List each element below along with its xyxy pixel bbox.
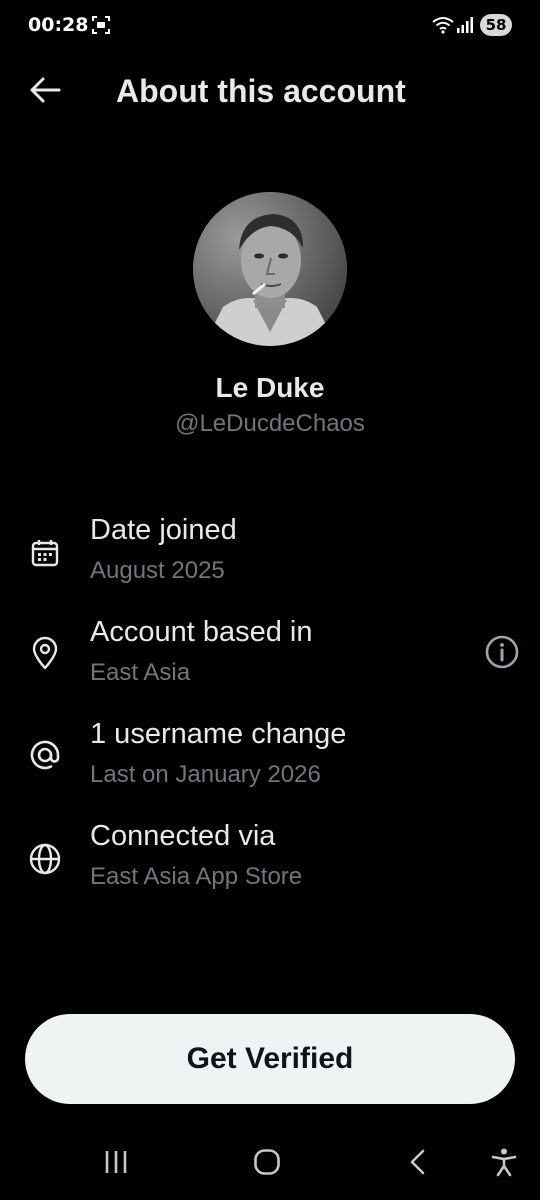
- info-title: Date joined: [90, 514, 237, 546]
- back-icon: [407, 1148, 429, 1181]
- info-subtitle: Last on January 2026: [90, 761, 321, 788]
- page-title: About this account: [116, 73, 406, 109]
- display-name: Le Duke: [215, 372, 325, 403]
- info-title: 1 username change: [90, 718, 347, 750]
- header: About this account: [0, 60, 540, 122]
- status-time: 00:28: [28, 14, 89, 36]
- home-icon: [253, 1148, 281, 1181]
- accessibility-icon: [490, 1147, 518, 1182]
- recent-apps-button[interactable]: [96, 1146, 136, 1182]
- info-username-change: 1 username change Last on January 2026: [0, 716, 540, 806]
- info-connected-via: Connected via East Asia App Store: [0, 818, 540, 908]
- wifi-icon: [432, 16, 454, 34]
- info-button[interactable]: [482, 634, 522, 674]
- avatar[interactable]: [193, 192, 347, 346]
- at-sign-icon: [26, 736, 64, 774]
- get-verified-button[interactable]: Get Verified: [25, 1014, 515, 1104]
- system-back-button[interactable]: [398, 1146, 438, 1182]
- info-account-based-in: Account based in East Asia: [0, 614, 540, 704]
- user-handle: @LeDucdeChaos: [175, 410, 365, 437]
- battery-icon: 58: [480, 14, 512, 36]
- info-icon: [484, 634, 520, 675]
- status-bar: 00:28 58: [0, 0, 540, 50]
- info-subtitle: East Asia App Store: [90, 863, 303, 890]
- globe-icon: [26, 840, 64, 878]
- system-nav-bar: [0, 1130, 540, 1200]
- arrow-left-icon: [29, 76, 61, 109]
- recent-apps-icon: [102, 1149, 130, 1180]
- info-subtitle: East Asia: [90, 659, 191, 686]
- back-button[interactable]: [22, 72, 68, 112]
- signal-icon: [456, 16, 474, 34]
- info-subtitle: August 2025: [90, 557, 225, 584]
- info-title: Account based in: [90, 616, 313, 648]
- home-button[interactable]: [247, 1146, 287, 1182]
- location-pin-icon: [26, 634, 64, 672]
- screen-record-icon: [91, 15, 111, 35]
- calendar-icon: [26, 534, 64, 572]
- info-date-joined: Date joined August 2025: [0, 512, 540, 602]
- info-title: Connected via: [90, 820, 276, 852]
- accessibility-button[interactable]: [484, 1146, 524, 1182]
